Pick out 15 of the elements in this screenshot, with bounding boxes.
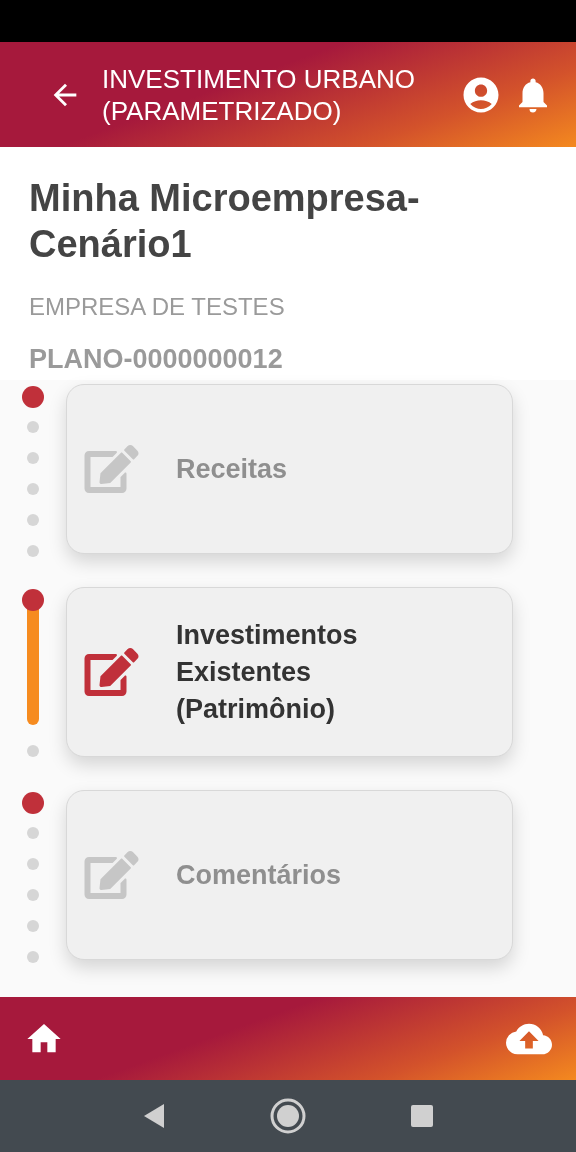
step-marker xyxy=(22,792,44,814)
recents-nav-icon[interactable] xyxy=(410,1104,435,1128)
step-marker xyxy=(22,589,44,611)
company-name: EMPRESA DE TESTES xyxy=(29,292,286,322)
plan-code: PLANO-0000000012 xyxy=(29,343,284,376)
edit-icon xyxy=(84,648,139,696)
home-nav-icon[interactable] xyxy=(269,1097,307,1135)
step-card[interactable]: Comentários xyxy=(66,790,513,960)
edit-icon xyxy=(84,851,139,899)
step-card[interactable]: Receitas xyxy=(66,384,513,554)
step-marker xyxy=(22,386,44,408)
step-card[interactable]: Investimentos Existentes (Patrimônio) xyxy=(66,587,513,757)
edit-icon xyxy=(84,445,139,493)
header-title: INVESTIMENTO URBANO (PARAMETRIZADO) xyxy=(102,62,416,127)
plan-name: Minha Microempresa-Cenário1 xyxy=(29,176,421,267)
